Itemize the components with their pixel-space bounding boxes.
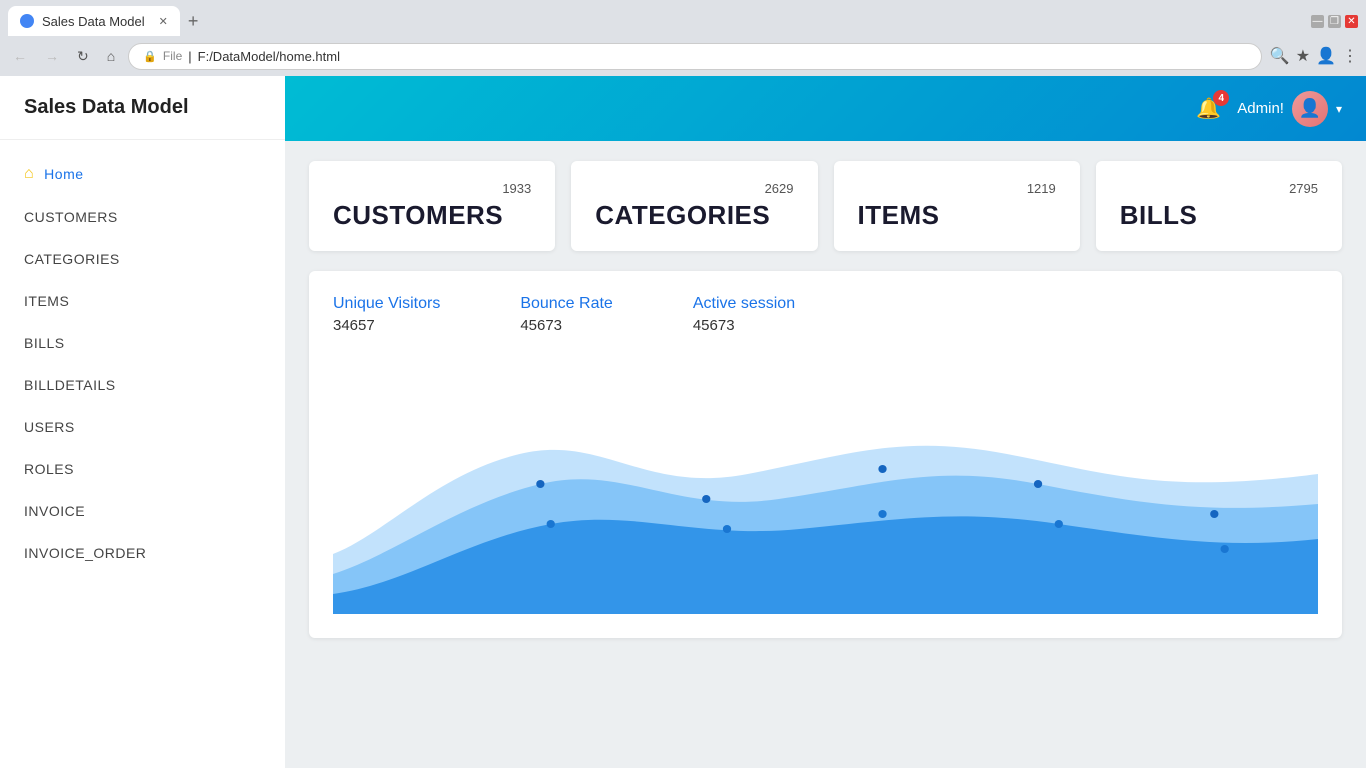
url-path: F:/DataModel/home.html xyxy=(198,49,340,64)
top-header: 🔔 4 Admin! 👤 ▾ xyxy=(285,76,1366,141)
sidebar-item-roles[interactable]: ROLES xyxy=(0,448,285,490)
sidebar-item-categories[interactable]: CATEGORIES xyxy=(0,238,285,280)
sidebar-item-home[interactable]: ⌂ Home xyxy=(0,152,285,196)
metric-unique-visitors-value: 34657 xyxy=(333,317,440,334)
stat-card-categories[interactable]: 2629 CATEGORIES xyxy=(571,161,817,251)
stat-card-bills[interactable]: 2795 BILLS xyxy=(1096,161,1342,251)
sidebar-nav: ⌂ Home CUSTOMERS CATEGORIES ITEMS BILLS … xyxy=(0,140,285,586)
user-name: Admin! xyxy=(1237,100,1284,117)
zoom-icon[interactable]: 🔍 xyxy=(1270,46,1290,66)
sidebar-item-categories-label: CATEGORIES xyxy=(24,251,120,267)
stat-label-categories: CATEGORIES xyxy=(595,200,793,231)
sidebar-item-invoice-label: INVOICE xyxy=(24,503,85,519)
sidebar-item-home-label: Home xyxy=(44,166,83,182)
stat-count-customers: 1933 xyxy=(333,181,531,196)
metric-unique-visitors: Unique Visitors 34657 xyxy=(333,295,440,334)
close-button[interactable]: ✕ xyxy=(1345,15,1358,28)
notification-bell[interactable]: 🔔 4 xyxy=(1196,96,1221,121)
metric-bounce-rate: Bounce Rate 45673 xyxy=(520,295,613,334)
chart-metrics: Unique Visitors 34657 Bounce Rate 45673 … xyxy=(333,295,1318,334)
bookmark-icon[interactable]: ★ xyxy=(1296,46,1310,66)
home-nav-button[interactable]: ⌂ xyxy=(102,45,120,67)
tab-close-button[interactable]: ✕ xyxy=(159,15,168,28)
sidebar-item-customers[interactable]: CUSTOMERS xyxy=(0,196,285,238)
metric-active-session: Active session 45673 xyxy=(693,295,795,334)
active-tab[interactable]: Sales Data Model ✕ xyxy=(8,6,180,36)
main: 🔔 4 Admin! 👤 ▾ 1933 CUSTOMERS 2629 CATEG… xyxy=(285,76,1366,768)
stat-card-customers[interactable]: 1933 CUSTOMERS xyxy=(309,161,555,251)
home-icon: ⌂ xyxy=(24,165,34,183)
metric-bounce-rate-value: 45673 xyxy=(520,317,613,334)
back-button[interactable]: ← xyxy=(8,45,32,67)
metric-active-session-value: 45673 xyxy=(693,317,795,334)
address-bar: ← → ↻ ⌂ 🔒 File | F:/DataModel/home.html … xyxy=(0,36,1366,76)
content-area: 1933 CUSTOMERS 2629 CATEGORIES 1219 ITEM… xyxy=(285,141,1366,768)
sidebar: Sales Data Model ⌂ Home CUSTOMERS CATEGO… xyxy=(0,76,285,768)
reload-button[interactable]: ↻ xyxy=(72,45,94,68)
browser-chrome: Sales Data Model ✕ + — ❐ ✕ ← → ↻ ⌂ 🔒 Fil… xyxy=(0,0,1366,76)
stat-count-bills: 2795 xyxy=(1120,181,1318,196)
menu-icon[interactable]: ⋮ xyxy=(1342,46,1358,66)
url-bar[interactable]: 🔒 File | F:/DataModel/home.html xyxy=(128,43,1262,70)
sidebar-item-billdetails[interactable]: BILLDETAILS xyxy=(0,364,285,406)
stat-label-customers: CUSTOMERS xyxy=(333,200,531,231)
chart-section: Unique Visitors 34657 Bounce Rate 45673 … xyxy=(309,271,1342,638)
sidebar-item-customers-label: CUSTOMERS xyxy=(24,209,118,225)
sidebar-item-invoice-order[interactable]: INVOICE_ORDER xyxy=(0,532,285,574)
stats-row: 1933 CUSTOMERS 2629 CATEGORIES 1219 ITEM… xyxy=(309,161,1342,251)
metric-active-session-label: Active session xyxy=(693,295,795,313)
user-menu[interactable]: Admin! 👤 ▾ xyxy=(1237,91,1342,127)
sidebar-item-items[interactable]: ITEMS xyxy=(0,280,285,322)
forward-button[interactable]: → xyxy=(40,45,64,67)
url-separator: | xyxy=(188,49,191,64)
url-file-label: File xyxy=(163,49,182,63)
metric-bounce-rate-label: Bounce Rate xyxy=(520,295,613,313)
tab-title: Sales Data Model xyxy=(42,14,145,29)
area-chart xyxy=(333,354,1318,614)
tab-bar: Sales Data Model ✕ + — ❐ ✕ xyxy=(0,0,1366,36)
sidebar-item-users-label: USERS xyxy=(24,419,75,435)
stat-label-items: ITEMS xyxy=(858,200,1056,231)
sidebar-item-invoice-order-label: INVOICE_ORDER xyxy=(24,545,146,561)
sidebar-item-users[interactable]: USERS xyxy=(0,406,285,448)
sidebar-item-invoice[interactable]: INVOICE xyxy=(0,490,285,532)
profile-icon[interactable]: 👤 xyxy=(1316,46,1336,66)
new-tab-button[interactable]: + xyxy=(188,12,199,30)
address-right-icons: 🔍 ★ 👤 ⋮ xyxy=(1270,46,1358,66)
sidebar-item-bills[interactable]: BILLS xyxy=(0,322,285,364)
stat-count-items: 1219 xyxy=(858,181,1056,196)
app: Sales Data Model ⌂ Home CUSTOMERS CATEGO… xyxy=(0,76,1366,768)
tab-favicon xyxy=(20,14,34,28)
lock-icon: 🔒 xyxy=(143,50,157,63)
sidebar-item-bills-label: BILLS xyxy=(24,335,65,351)
sidebar-item-billdetails-label: BILLDETAILS xyxy=(24,377,116,393)
stat-label-bills: BILLS xyxy=(1120,200,1318,231)
notification-badge: 4 xyxy=(1213,90,1229,106)
minimize-button[interactable]: — xyxy=(1311,15,1324,28)
stat-count-categories: 2629 xyxy=(595,181,793,196)
dropdown-arrow: ▾ xyxy=(1336,102,1342,116)
stat-card-items[interactable]: 1219 ITEMS xyxy=(834,161,1080,251)
sidebar-item-roles-label: ROLES xyxy=(24,461,74,477)
window-controls: — ❐ ✕ xyxy=(1311,15,1358,28)
avatar: 👤 xyxy=(1292,91,1328,127)
sidebar-logo: Sales Data Model xyxy=(0,76,285,140)
maximize-button[interactable]: ❐ xyxy=(1328,15,1341,28)
chart-svg xyxy=(333,354,1318,614)
sidebar-item-items-label: ITEMS xyxy=(24,293,69,309)
metric-unique-visitors-label: Unique Visitors xyxy=(333,295,440,313)
